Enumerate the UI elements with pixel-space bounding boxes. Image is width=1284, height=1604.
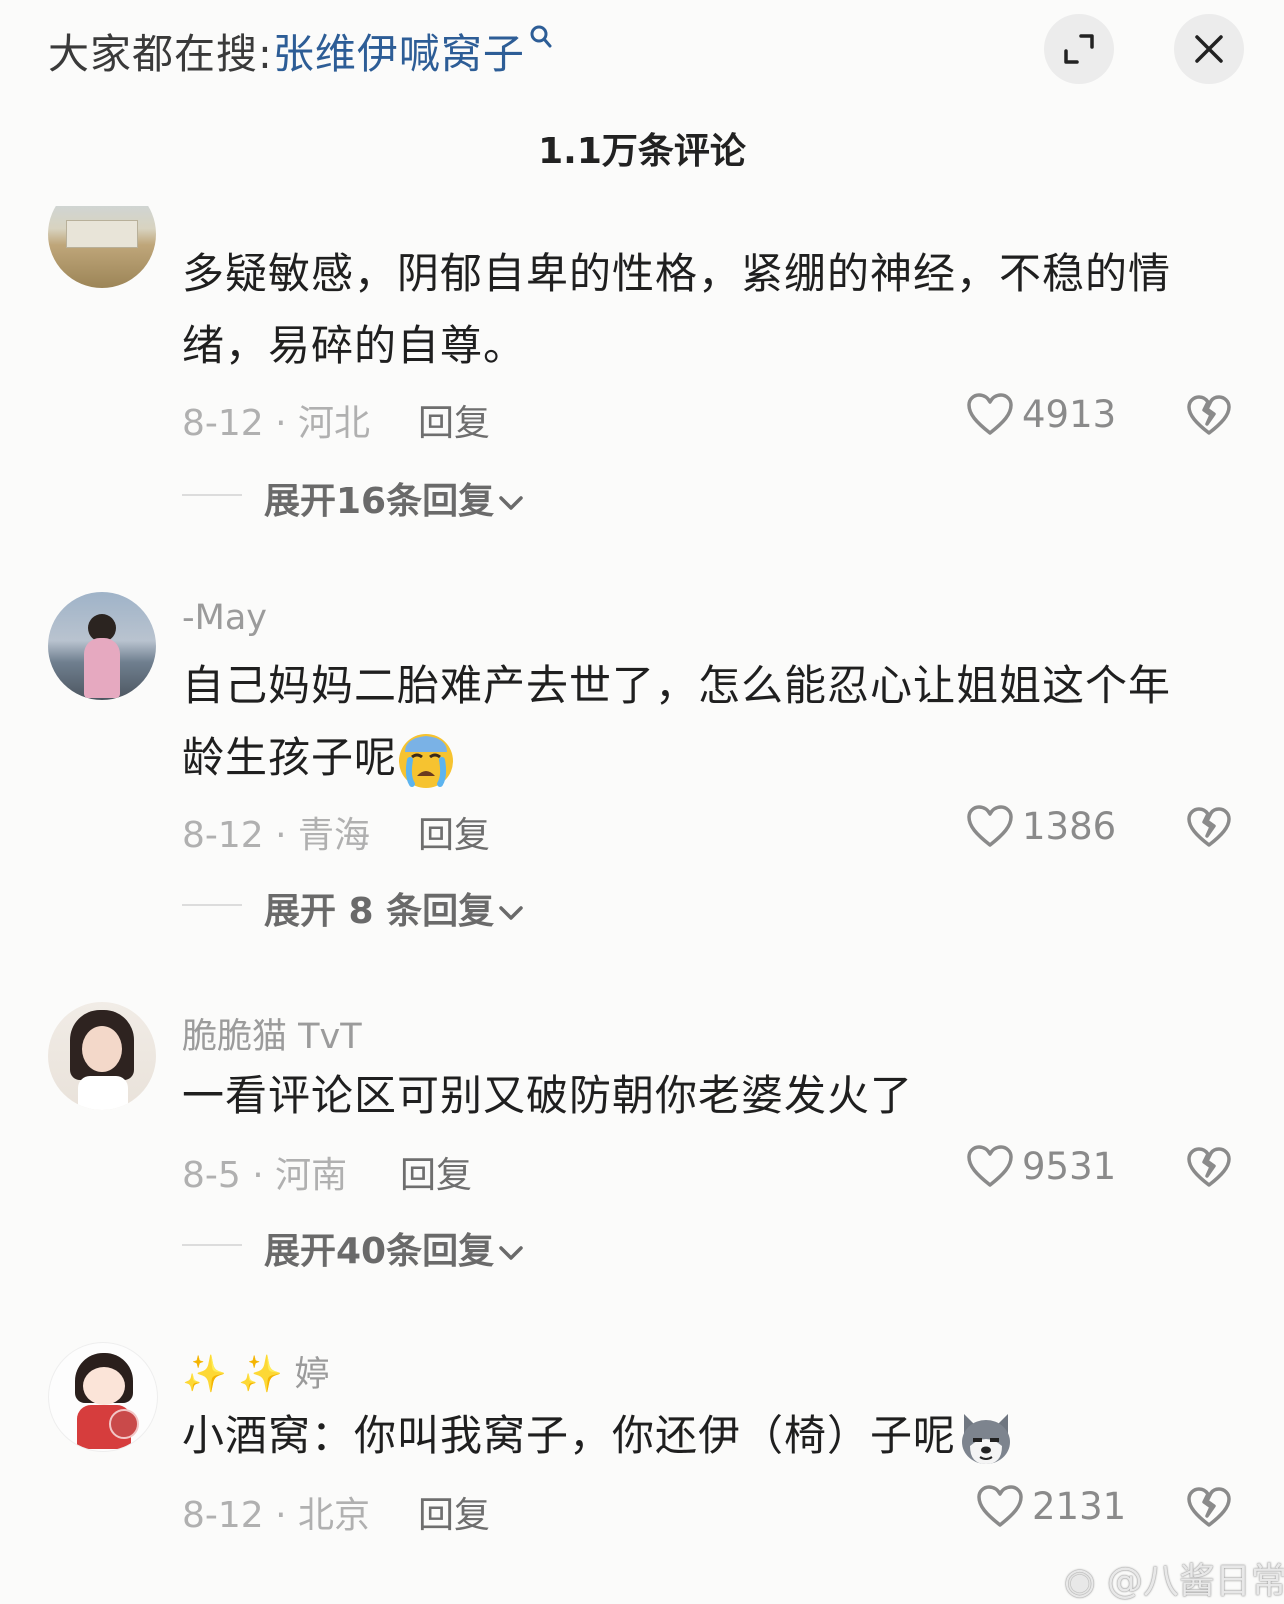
dislike-button[interactable]: [1186, 394, 1232, 440]
comment-username[interactable]: ✨ ✨ 婷: [182, 1346, 330, 1397]
close-button[interactable]: [1174, 14, 1244, 84]
comment-username[interactable]: -May: [182, 598, 267, 638]
avatar[interactable]: [48, 1002, 156, 1110]
expand-replies-label: 展开16条回复: [264, 481, 495, 522]
close-icon: [1195, 35, 1223, 63]
watermark: ◉ @八酱日常: [1064, 1552, 1284, 1604]
expand-replies-label: 展开 8 条回复: [264, 891, 495, 932]
expand-replies-button[interactable]: 展开 8 条回复: [264, 882, 524, 934]
expand-divider: [182, 1244, 242, 1246]
comment-date-location: 8-12 · 青海: [182, 815, 371, 856]
comment-date-location: 8-5 · 河南: [182, 1155, 348, 1196]
search-icon: [530, 25, 552, 48]
like-button[interactable]: 4913: [966, 392, 1116, 436]
comment-date-location: 8-12 · 北京: [182, 1495, 371, 1536]
trending-search[interactable]: 大家都在搜:张维伊喊窝子: [48, 20, 553, 80]
like-button[interactable]: 9531: [966, 1144, 1116, 1188]
like-count: 4913: [1022, 392, 1117, 436]
chevron-down-icon: [499, 906, 523, 920]
broken-heart-icon: [1187, 395, 1231, 435]
expand-replies-button[interactable]: 展开40条回复: [264, 1222, 524, 1274]
expand-replies-button[interactable]: 展开16条回复: [264, 472, 524, 524]
comment-text-body: 小酒窝：你叫我窝子，你还伊（椅）子呢: [182, 1411, 957, 1460]
weibo-icon: ◉: [1064, 1561, 1107, 1602]
broken-heart-icon: [1187, 1487, 1231, 1527]
expand-replies-label: 展开40条回复: [264, 1231, 495, 1272]
chevron-down-icon: [499, 1246, 523, 1260]
comment-text: 小酒窝：你叫我窝子，你还伊（椅）子呢: [182, 1400, 1212, 1472]
avatar[interactable]: [48, 1342, 158, 1452]
sparkles-icon: ✨ ✨: [182, 1354, 295, 1395]
broken-heart-icon: [1187, 807, 1231, 847]
comment-text: 一看评论区可别又破防朝你老婆发火了: [182, 1071, 914, 1120]
comment-text-body: 自己妈妈二胎难产去世了，怎么能忍心让姐姐这个年龄生孩子呢: [182, 661, 1172, 782]
reply-button[interactable]: 回复: [418, 394, 490, 446]
like-count: 9531: [1022, 1144, 1117, 1188]
heart-icon: [967, 805, 1013, 847]
dislike-button[interactable]: [1186, 1486, 1232, 1532]
broken-heart-icon: [1187, 1147, 1231, 1187]
trending-search-prefix: 大家都在搜: [48, 30, 258, 78]
avatar[interactable]: [48, 592, 156, 700]
like-button[interactable]: 2131: [976, 1484, 1126, 1528]
expand-button[interactable]: [1044, 14, 1114, 84]
reply-button[interactable]: 回复: [400, 1146, 472, 1198]
comment-text: 多疑敏感，阴郁自卑的性格，紧绷的神经，不稳的情绪，易碎的自尊。: [182, 249, 1172, 370]
dog-face-emoji: [962, 1413, 1011, 1464]
trending-search-separator: :: [258, 30, 273, 78]
expand-icon: [1064, 34, 1094, 64]
heart-icon: [967, 393, 1013, 435]
avatar[interactable]: [48, 206, 156, 288]
reply-button[interactable]: 回复: [418, 806, 490, 858]
like-count: 2131: [1032, 1484, 1127, 1528]
comment-username-text: 婷: [294, 1355, 330, 1395]
comments-count-title: 1.1万条评论: [538, 131, 746, 172]
crying-face-emoji: [399, 733, 454, 788]
expand-divider: [182, 904, 242, 906]
dislike-button[interactable]: [1186, 1146, 1232, 1192]
comment-text: 自己妈妈二胎难产去世了，怎么能忍心让姐姐这个年龄生孩子呢: [182, 650, 1212, 794]
trending-search-term[interactable]: 张维伊喊窝子: [273, 30, 525, 78]
like-count: 1386: [1022, 804, 1117, 848]
watermark-text: @八酱日常: [1106, 1561, 1284, 1602]
chevron-down-icon: [499, 496, 523, 510]
heart-icon: [977, 1485, 1023, 1527]
comment-date-location: 8-12 · 河北: [182, 403, 371, 444]
comment-list: 多疑敏感，阴郁自卑的性格，紧绷的神经，不稳的情绪，易碎的自尊。 8-12 · 河…: [0, 206, 1284, 1604]
reply-button[interactable]: 回复: [418, 1486, 490, 1538]
dislike-button[interactable]: [1186, 806, 1232, 852]
expand-divider: [182, 494, 242, 496]
heart-icon: [967, 1145, 1013, 1187]
like-button[interactable]: 1386: [966, 804, 1116, 848]
comment-username[interactable]: 脆脆猫 TvT: [182, 1008, 362, 1059]
top-bar: 大家都在搜:张维伊喊窝子: [0, 0, 1284, 100]
